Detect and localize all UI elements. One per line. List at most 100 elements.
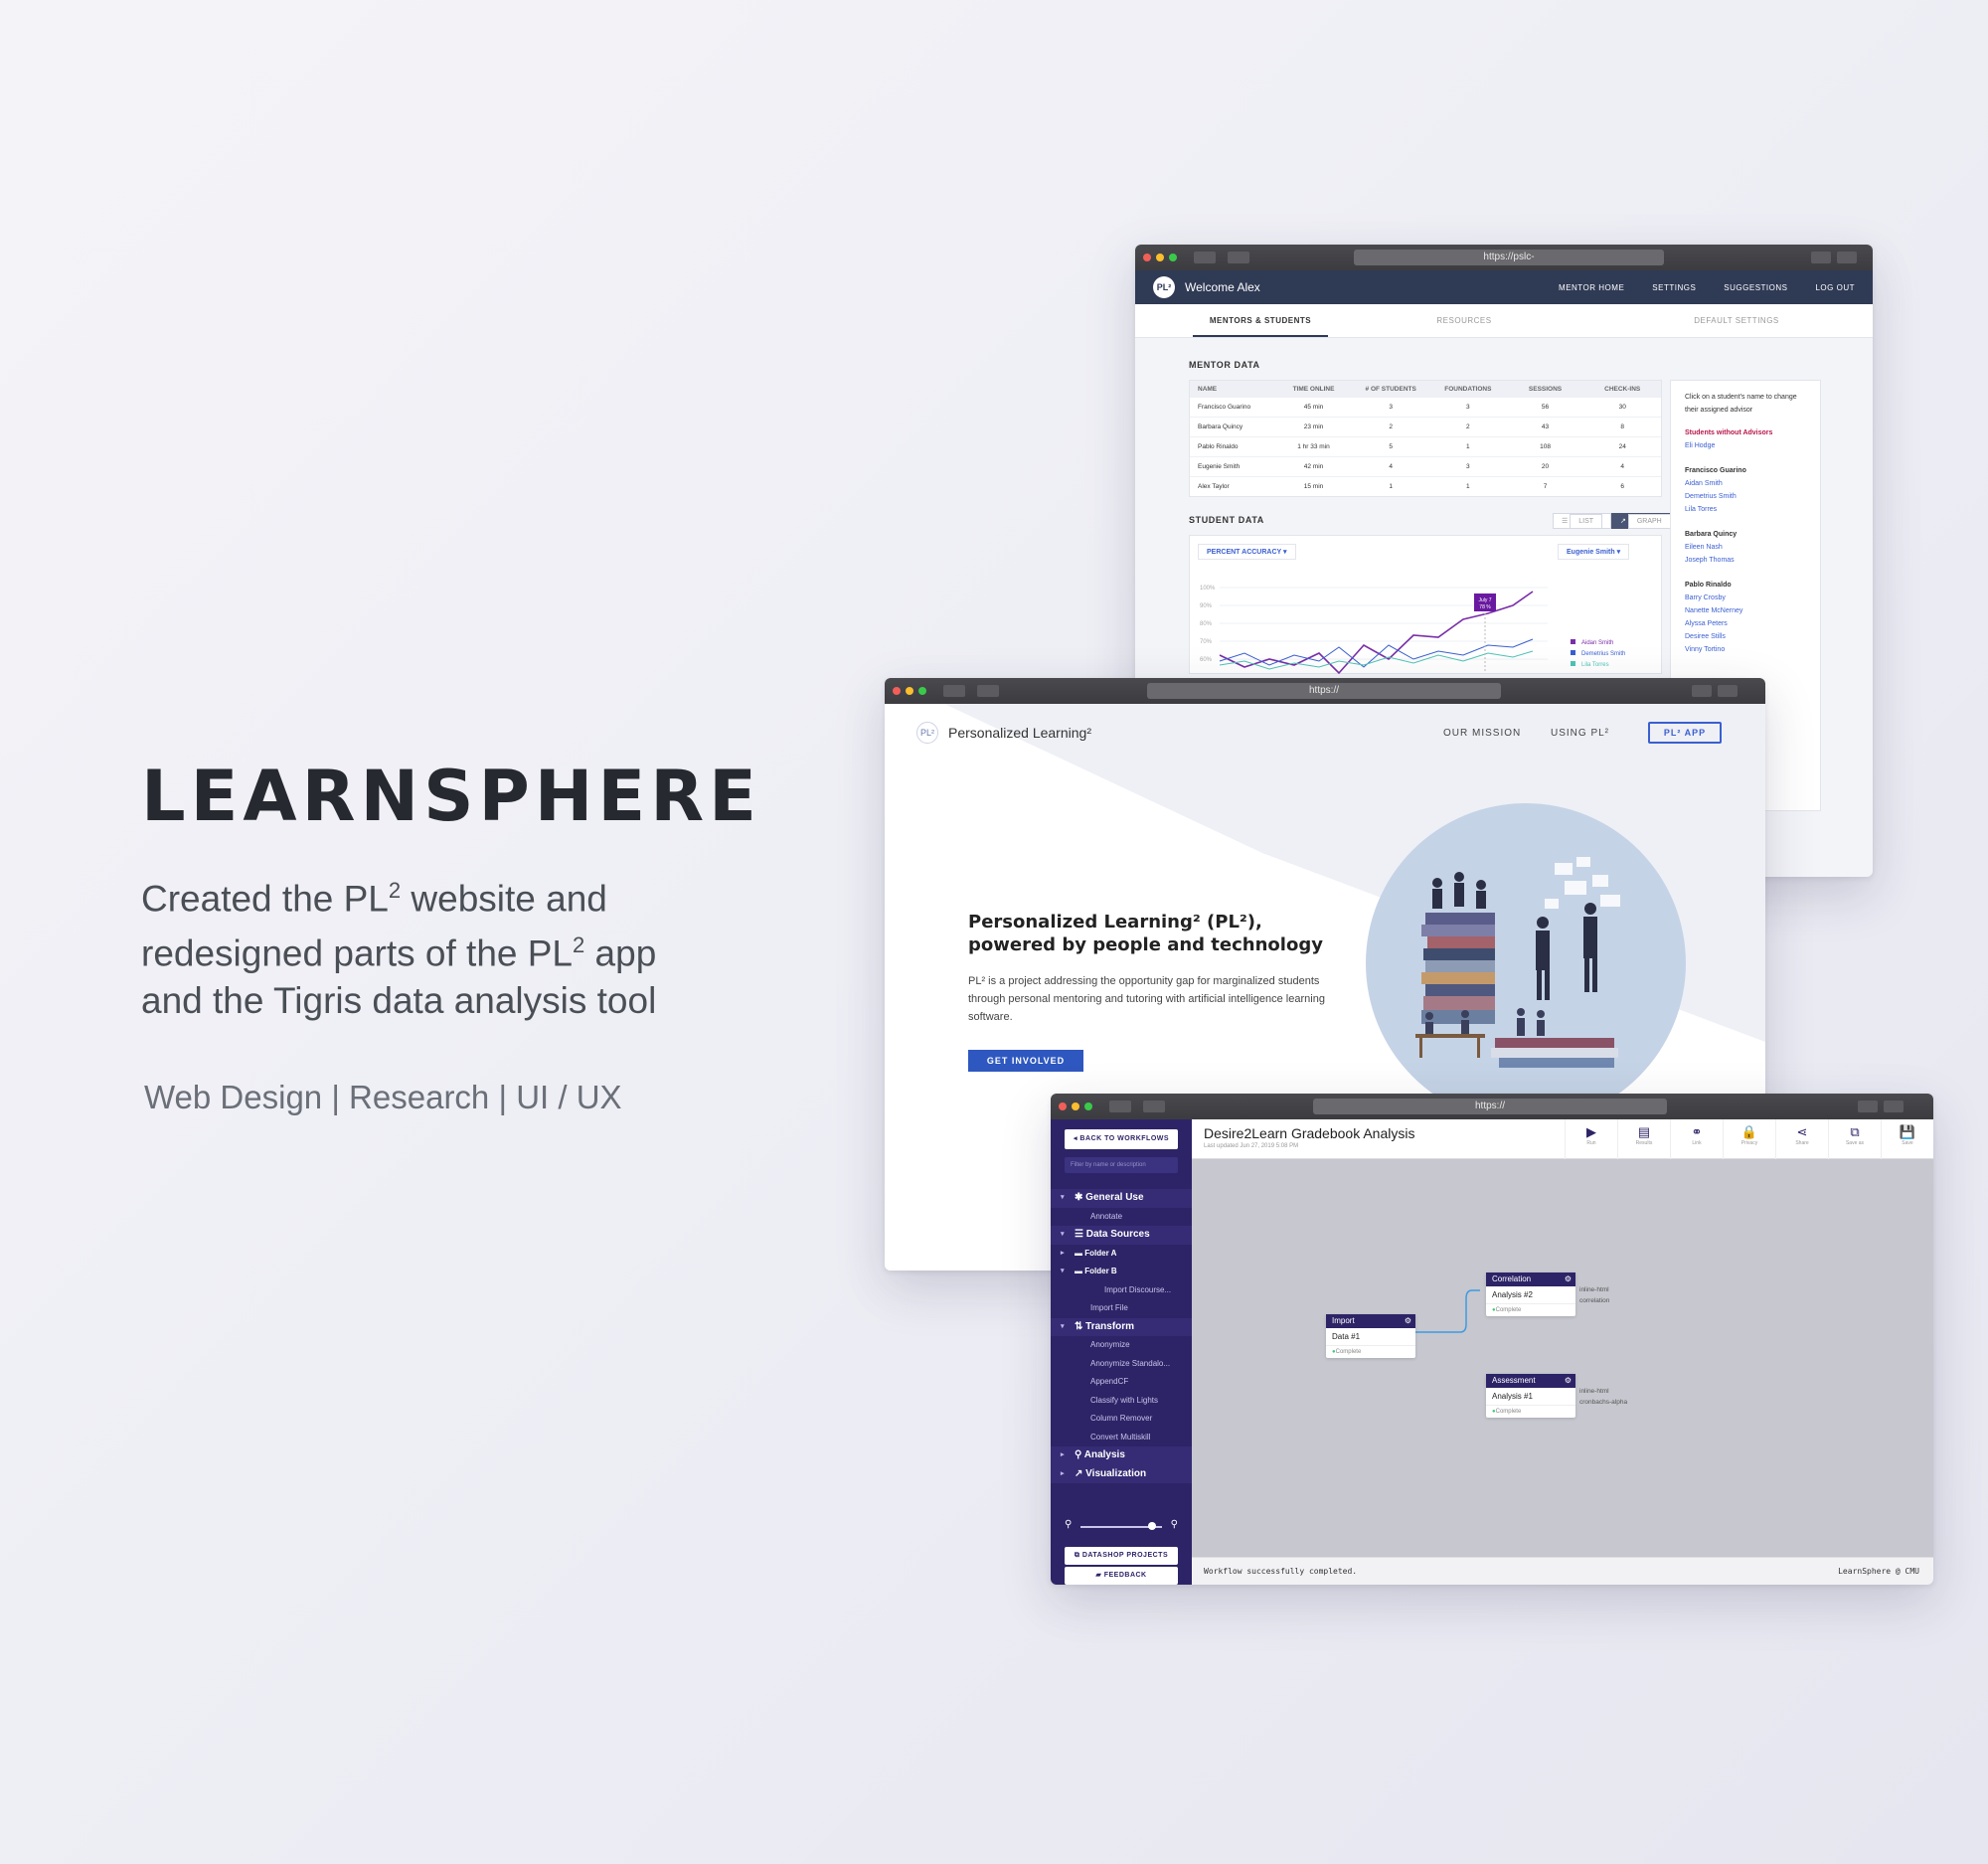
table-row[interactable]: Alex Taylor 15 min 1 1 7 6: [1190, 476, 1661, 496]
legend-label[interactable]: Aidan Smith: [1581, 640, 1613, 646]
tree-section-data-sources[interactable]: ▾ ☰ Data Sources: [1051, 1226, 1192, 1245]
tab-default-settings[interactable]: DEFAULT SETTINGS: [1600, 304, 1873, 337]
minimize-dot[interactable]: [1156, 254, 1164, 261]
tree-item-annotate[interactable]: Annotate: [1051, 1208, 1192, 1227]
workflow-title[interactable]: Desire2Learn Gradebook Analysis: [1204, 1125, 1414, 1141]
student-link[interactable]: Joseph Thomas: [1685, 554, 1806, 567]
share-icon[interactable]: [1858, 1101, 1878, 1112]
datashop-projects-button[interactable]: ⧉ DATASHOP PROJECTS: [1065, 1547, 1178, 1565]
close-dot[interactable]: [893, 687, 901, 695]
student-link[interactable]: Eli Hodge: [1685, 439, 1806, 452]
tree-item-classify-with-lights[interactable]: Classify with Lights: [1051, 1392, 1192, 1411]
port-label[interactable]: inline-html: [1579, 1386, 1627, 1397]
gear-icon[interactable]: ⚙: [1405, 1314, 1411, 1328]
list-toggle[interactable]: ☰ LIST: [1553, 513, 1612, 529]
save-button[interactable]: 💾 Save: [1881, 1119, 1933, 1159]
share-icon[interactable]: [1811, 252, 1831, 263]
workflow-node-assessment[interactable]: Assessment ⚙ Analysis #1 ●Complete: [1486, 1374, 1575, 1418]
tree-section-analysis[interactable]: ▸ ⚲ Analysis: [1051, 1446, 1192, 1465]
minimize-dot[interactable]: [906, 687, 913, 695]
back-to-workflows-button[interactable]: ◂ BACK TO WORKFLOWS: [1065, 1129, 1178, 1149]
table-row[interactable]: Pablo Rinaldo 1 hr 33 min 5 1 108 24: [1190, 436, 1661, 456]
close-dot[interactable]: [1143, 254, 1151, 261]
student-link[interactable]: Alyssa Peters: [1685, 617, 1806, 630]
tabs-icon[interactable]: [1718, 685, 1738, 697]
site-logo[interactable]: PL² Personalized Learning²: [916, 722, 1091, 744]
nav-logout[interactable]: LOG OUT: [1815, 283, 1855, 292]
col-header[interactable]: FOUNDATIONS: [1429, 386, 1507, 393]
tabs-icon[interactable]: [1837, 252, 1857, 263]
link-button[interactable]: ⚭ Link: [1670, 1119, 1723, 1159]
zoom-out-icon[interactable]: ⚲: [1065, 1519, 1072, 1530]
privacy-button[interactable]: 🔒 Privacy: [1723, 1119, 1775, 1159]
url-bar[interactable]: https://pslc-: [1354, 250, 1664, 265]
gear-icon[interactable]: ⚙: [1565, 1272, 1572, 1286]
zoom-in-icon[interactable]: ⚲: [1171, 1519, 1178, 1530]
workflow-canvas[interactable]: Import ⚙ Data #1 ●Complete Correlation ⚙ A…: [1192, 1159, 1933, 1557]
close-dot[interactable]: [1059, 1102, 1067, 1110]
url-bar[interactable]: https://: [1147, 683, 1501, 699]
student-link[interactable]: Nanette McNerney: [1685, 604, 1806, 617]
legend-label[interactable]: Demetrius Smith: [1581, 651, 1625, 657]
tree-item-column-remover[interactable]: Column Remover: [1051, 1410, 1192, 1429]
results-button[interactable]: ▤ Results: [1617, 1119, 1670, 1159]
get-involved-button[interactable]: GET INVOLVED: [968, 1050, 1083, 1072]
port-label[interactable]: correlation: [1579, 1295, 1609, 1306]
col-header[interactable]: # OF STUDENTS: [1352, 386, 1429, 393]
student-link[interactable]: Vinny Tortino: [1685, 643, 1806, 656]
col-header[interactable]: NAME: [1190, 386, 1275, 393]
tabs-icon[interactable]: [1884, 1101, 1904, 1112]
save-as-button[interactable]: ⧉ Save as: [1828, 1119, 1881, 1159]
back-forward-button[interactable]: [1109, 1101, 1131, 1112]
pl2-app-button[interactable]: PL² APP: [1648, 722, 1722, 744]
nav-suggestions[interactable]: SUGGESTIONS: [1724, 283, 1787, 292]
minimize-dot[interactable]: [1072, 1102, 1079, 1110]
maximize-dot[interactable]: [1084, 1102, 1092, 1110]
tree-item-import-discourse[interactable]: Import Discourse...: [1051, 1281, 1192, 1300]
port-label[interactable]: inline-html: [1579, 1284, 1609, 1295]
nav-settings[interactable]: SETTINGS: [1652, 283, 1696, 292]
student-link[interactable]: Eileen Nash: [1685, 541, 1806, 554]
run-button[interactable]: ▶ Run: [1565, 1119, 1617, 1159]
port-label[interactable]: cronbachs-alpha: [1579, 1397, 1627, 1408]
nav-our-mission[interactable]: OUR MISSION: [1443, 728, 1521, 739]
back-forward-button[interactable]: [1194, 252, 1216, 263]
student-link[interactable]: Barry Crosby: [1685, 592, 1806, 604]
col-header[interactable]: TIME ONLINE: [1275, 386, 1353, 393]
sidebar-toggle-button[interactable]: [977, 685, 999, 697]
tree-section-general-use[interactable]: ▾ ✱ General Use: [1051, 1189, 1192, 1208]
tree-item-import-file[interactable]: Import File: [1051, 1299, 1192, 1318]
gear-icon[interactable]: ⚙: [1565, 1374, 1572, 1388]
legend-label[interactable]: Lila Torres: [1581, 662, 1609, 668]
sidebar-toggle-button[interactable]: [1228, 252, 1249, 263]
tab-mentors-students[interactable]: MENTORS & STUDENTS: [1193, 304, 1328, 337]
tree-section-transform[interactable]: ▾ ⇅ Transform: [1051, 1317, 1192, 1336]
student-link[interactable]: Demetrius Smith: [1685, 490, 1806, 503]
student-link[interactable]: Aidan Smith: [1685, 477, 1806, 490]
nav-using-pl2[interactable]: USING PL²: [1551, 728, 1609, 739]
zoom-handle[interactable]: [1148, 1522, 1156, 1530]
col-header[interactable]: CHECK-INS: [1583, 386, 1661, 393]
student-link[interactable]: Lila Torres: [1685, 503, 1806, 516]
col-header[interactable]: SESSIONS: [1507, 386, 1584, 393]
student-link[interactable]: Desiree Stills: [1685, 630, 1806, 643]
tab-resources[interactable]: RESOURCES: [1328, 304, 1600, 337]
tree-section-visualization[interactable]: ▸ ↗ Visualization: [1051, 1464, 1192, 1483]
share-icon[interactable]: [1692, 685, 1712, 697]
back-forward-button[interactable]: [943, 685, 965, 697]
workflow-node-correlation[interactable]: Correlation ⚙ Analysis #2 ●Complete: [1486, 1272, 1575, 1316]
table-row[interactable]: Eugenie Smith 42 min 4 3 20 4: [1190, 456, 1661, 476]
url-bar[interactable]: https://: [1313, 1099, 1667, 1114]
maximize-dot[interactable]: [1169, 254, 1177, 261]
tree-folder-a[interactable]: ▸ ▬ Folder A: [1051, 1245, 1192, 1264]
maximize-dot[interactable]: [918, 687, 926, 695]
tree-item-appendcf[interactable]: AppendCF: [1051, 1373, 1192, 1392]
tree-folder-b[interactable]: ▾ ▬ Folder B: [1051, 1263, 1192, 1281]
nav-mentor-home[interactable]: MENTOR HOME: [1559, 283, 1624, 292]
sidebar-toggle-button[interactable]: [1143, 1101, 1165, 1112]
zoom-slider[interactable]: ⚲ ⚲: [1065, 1519, 1178, 1533]
component-filter-input[interactable]: Filter by name or description: [1065, 1157, 1178, 1173]
tree-item-anonymize[interactable]: Anonymize: [1051, 1336, 1192, 1355]
workflow-node-import[interactable]: Import ⚙ Data #1 ●Complete: [1326, 1314, 1415, 1358]
tree-item-anonymize-standalone[interactable]: Anonymize Standalo...: [1051, 1355, 1192, 1374]
